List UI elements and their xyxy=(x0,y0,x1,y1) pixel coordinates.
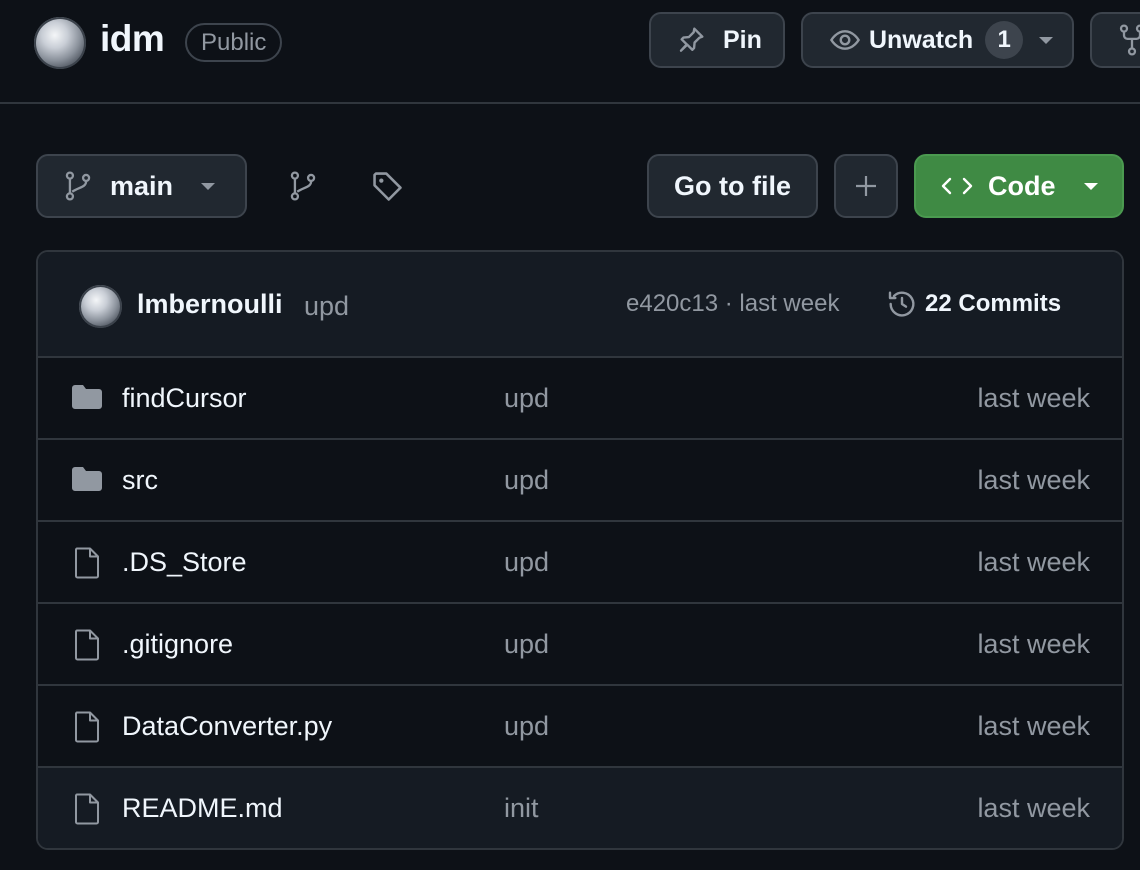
author-avatar[interactable] xyxy=(79,285,122,328)
code-label: Code xyxy=(988,170,1056,201)
pin-icon xyxy=(675,24,707,56)
file-icon xyxy=(70,710,104,744)
eye-icon xyxy=(829,24,861,56)
folder-icon xyxy=(70,382,104,412)
code-button[interactable]: Code xyxy=(914,154,1124,218)
pin-label: Pin xyxy=(723,25,762,54)
watch-count-badge: 1 xyxy=(985,21,1024,59)
chevron-down-icon xyxy=(1082,180,1100,192)
plus-icon xyxy=(853,173,879,199)
file-commit-date: last week xyxy=(977,629,1090,659)
file-row[interactable]: README.md init last week xyxy=(38,768,1122,848)
branch-selector[interactable]: main xyxy=(36,154,247,218)
file-commit-message[interactable]: init xyxy=(504,793,539,824)
git-branch-icon xyxy=(289,171,317,201)
file-row[interactable]: findCursor upd last week xyxy=(38,358,1122,440)
history-icon xyxy=(886,288,918,320)
tag-icon xyxy=(371,170,405,204)
visibility-badge: Public xyxy=(185,23,283,62)
file-name[interactable]: DataConverter.py xyxy=(122,711,332,742)
add-file-button[interactable] xyxy=(834,154,898,218)
code-icon xyxy=(940,173,974,199)
git-branch-icon xyxy=(64,171,92,201)
file-name[interactable]: .DS_Store xyxy=(122,547,247,578)
file-name[interactable]: findCursor xyxy=(122,383,247,414)
go-to-file-button[interactable]: Go to file xyxy=(647,154,818,218)
file-name[interactable]: src xyxy=(122,465,158,496)
commit-hash-time[interactable]: e420c13 · last week xyxy=(626,290,839,318)
file-commit-message[interactable]: upd xyxy=(504,383,549,414)
repo-owner-avatar[interactable] xyxy=(34,17,86,69)
fork-button[interactable] xyxy=(1090,12,1140,68)
file-row[interactable]: .gitignore upd last week xyxy=(38,604,1122,686)
commits-link[interactable]: 22 Commits xyxy=(925,290,1061,318)
file-commit-message[interactable]: upd xyxy=(504,629,549,660)
file-icon xyxy=(70,628,104,662)
file-table: lmbernoulli upd e420c13 · last week 22 C… xyxy=(36,250,1124,850)
unwatch-button[interactable]: Unwatch 1 xyxy=(801,12,1074,68)
file-row[interactable]: .DS_Store upd last week xyxy=(38,522,1122,604)
pin-button[interactable]: Pin xyxy=(649,12,785,68)
file-icon xyxy=(70,792,104,826)
commit-message[interactable]: upd xyxy=(304,291,349,322)
file-name[interactable]: README.md xyxy=(122,793,283,824)
fork-icon xyxy=(1118,24,1140,56)
repo-name[interactable]: idm xyxy=(100,18,165,60)
tags-link[interactable] xyxy=(371,170,405,204)
file-commit-date: last week xyxy=(977,793,1090,823)
folder-icon xyxy=(70,464,104,494)
latest-commit-bar: lmbernoulli upd e420c13 · last week 22 C… xyxy=(38,252,1122,358)
file-commit-message[interactable]: upd xyxy=(504,465,549,496)
file-commit-date: last week xyxy=(977,547,1090,577)
commit-author[interactable]: lmbernoulli xyxy=(137,289,283,320)
file-row[interactable]: src upd last week xyxy=(38,440,1122,522)
chevron-down-icon xyxy=(199,180,217,192)
file-commit-message[interactable]: upd xyxy=(504,711,549,742)
file-commit-date: last week xyxy=(977,711,1090,741)
file-icon xyxy=(70,546,104,580)
file-row[interactable]: DataConverter.py upd last week xyxy=(38,686,1122,768)
file-commit-date: last week xyxy=(977,465,1090,495)
file-commit-message[interactable]: upd xyxy=(504,547,549,578)
branch-name: main xyxy=(110,170,174,201)
chevron-down-icon xyxy=(1037,34,1055,46)
unwatch-label: Unwatch xyxy=(869,25,974,54)
branches-link[interactable] xyxy=(289,171,317,201)
repo-header: idm Public Pin Unwatch 1 xyxy=(0,0,1140,104)
file-name[interactable]: .gitignore xyxy=(122,629,233,660)
file-commit-date: last week xyxy=(977,383,1090,413)
